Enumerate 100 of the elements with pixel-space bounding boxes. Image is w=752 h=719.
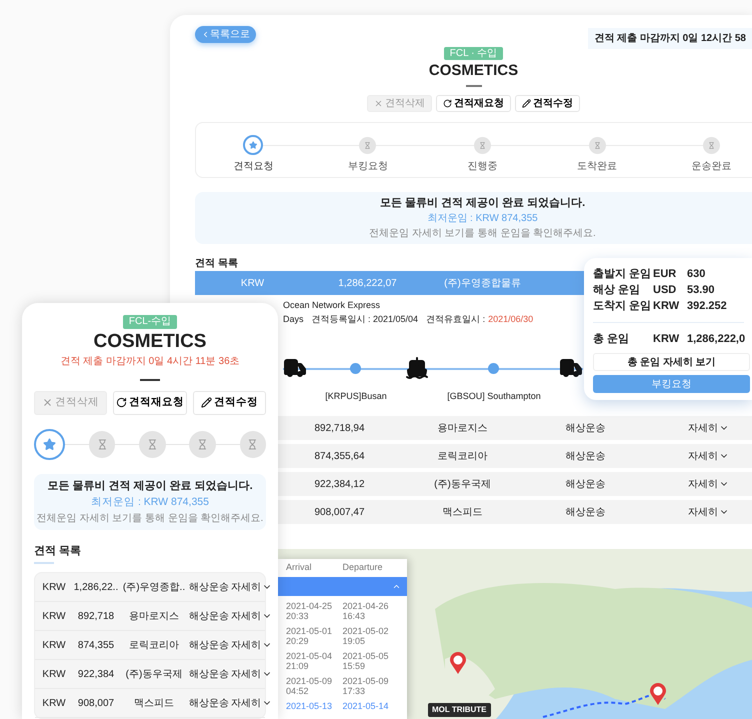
- schedule-row[interactable]: 2021-05-04 21:09 2021-05-05 15:59: [278, 646, 407, 671]
- arrival-date: 2021-04-25: [286, 600, 334, 611]
- action-button[interactable]: 견적재요청: [113, 390, 187, 415]
- refresh-icon: [116, 397, 127, 408]
- action-button[interactable]: 견적수정: [192, 390, 266, 415]
- step-label: 진행중: [467, 160, 498, 174]
- amount-text: 922,384: [76, 668, 116, 682]
- mode-text: 해상운송: [566, 506, 606, 518]
- column-header: Arrival: [286, 561, 313, 574]
- quote-row[interactable]: KRW 908,007 맥스피드 해상운송 자세히: [35, 689, 265, 718]
- pencil-icon: [522, 99, 531, 108]
- mode-text: 해상운송: [188, 668, 230, 682]
- departure-time: 17:33: [342, 686, 366, 696]
- amount-text: 908,007,47: [313, 506, 366, 520]
- notice-hint: 전체운임 자세히 보기를 통해 운임을 확인해주세요.: [36, 512, 264, 526]
- mode-text: 해상운송: [566, 422, 606, 434]
- arrival-date: 2021-05-13: [286, 700, 334, 711]
- truck-icon: [558, 356, 583, 380]
- fare-label: 해상 운임: [593, 283, 642, 298]
- currency-text: KRW: [240, 278, 264, 288]
- cargo-title: COSMETICS: [428, 61, 518, 80]
- mode-text: 해상운송: [566, 450, 606, 462]
- notice-hint: 전체운임 자세히 보기를 통해 운임을 확인해주세요.: [369, 227, 596, 242]
- mode-text: 해상운송: [188, 610, 230, 624]
- total-currency: KRW: [653, 332, 680, 347]
- schedule-row[interactable]: 2021-04-25 20:33 2021-04-26 16:43: [278, 596, 407, 621]
- company-text: 맥스피드: [133, 696, 175, 710]
- fare-detail-button[interactable]: 총 운임 자세히 보기: [593, 353, 750, 371]
- quote-row[interactable]: KRW 922,384 (주)동우국제 해상운송 자세히: [35, 660, 265, 689]
- quote-row[interactable]: KRW 1,286,22.. (주)우영종합.. 해상운송 자세히: [35, 573, 265, 602]
- close-icon: [374, 99, 383, 108]
- company-text: 맥스피드: [442, 506, 484, 520]
- amount-text: 922,384,12: [313, 478, 366, 492]
- hourglass-icon: [594, 142, 601, 148]
- hourglass-icon: [364, 142, 372, 148]
- notice-title: 모든 물류비 견적 제공이 완료 되었습니다.: [47, 479, 253, 494]
- schedule-row[interactable]: 2021-05-09 04:52 2021-05-09 17:33: [278, 670, 407, 696]
- deadline-text: 견적 제출 마감까지 0일 12시간 58: [588, 28, 752, 49]
- quote-row[interactable]: 908,007,47 맥스피드 해상운송 자세히: [278, 500, 752, 524]
- mode-text: 해상운송: [188, 696, 230, 710]
- star-icon: [42, 438, 56, 451]
- registered-date: 견적등록일시 : 2021/05/04: [312, 312, 418, 326]
- departure-date: 2021-05-05: [342, 650, 390, 661]
- company-text: 용마로지스: [128, 610, 180, 624]
- detail-link[interactable]: 자세히: [688, 504, 729, 520]
- amount-text: 892,718: [76, 610, 116, 624]
- valid-label: 견적유효일시 :: [426, 312, 486, 326]
- chevron-left-icon: [201, 30, 210, 39]
- detail-link[interactable]: 자세히: [688, 448, 729, 464]
- currency-text: KRW: [41, 580, 67, 594]
- star-icon: [249, 140, 258, 150]
- total-value: 1,286,222,0: [687, 332, 746, 347]
- fare-currency: KRW: [653, 299, 680, 314]
- amount-text: 1,286,222,07: [337, 276, 398, 290]
- arrival-date: 2021-05-04: [286, 650, 334, 661]
- company-text: (주)우영종합물류: [443, 276, 522, 290]
- departure-date: 2021-05-02: [342, 626, 390, 636]
- pencil-icon: [200, 397, 212, 408]
- company-text: 용마로지스: [436, 422, 488, 436]
- mode-text: 해상운송: [188, 638, 230, 652]
- fare-currency: EUR: [653, 267, 678, 282]
- quote-row[interactable]: KRW 892,718 용마로지스 해상운송 자세히: [35, 602, 265, 631]
- quote-row[interactable]: 874,355,64 로릭코리아 해상운송 자세히: [278, 444, 752, 468]
- currency-text: KRW: [41, 696, 67, 710]
- schedule-row[interactable]: 2021-05-01 20:29 2021-05-02 19:05: [278, 620, 407, 646]
- step-label: 운송완료: [692, 160, 732, 174]
- departure-time: 19:05: [342, 636, 366, 646]
- arrival-time: 20:33: [286, 610, 310, 621]
- amount-text: 874,355: [76, 638, 116, 652]
- action-button[interactable]: 견적수정: [515, 95, 580, 112]
- detail-link[interactable]: 자세히: [688, 420, 729, 436]
- quote-row[interactable]: KRW 874,355 로릭코리아 해상운송 자세히: [35, 631, 265, 660]
- currency-text: KRW: [41, 610, 67, 624]
- hourglass-icon: [96, 439, 108, 450]
- fare-value: 53.90: [687, 283, 716, 298]
- detail-link[interactable]: 자세히: [688, 476, 729, 492]
- action-button[interactable]: 견적재요청: [436, 95, 511, 112]
- step-label: 견적요청: [233, 160, 274, 174]
- total-label: 총 운임: [593, 332, 630, 347]
- departure-date: 2021-05-09: [342, 676, 390, 686]
- hourglass-icon: [146, 439, 158, 450]
- lowest-fare: 최저운임 : KRW 874,355: [427, 212, 538, 226]
- company-text: (주)동우국제: [433, 478, 492, 492]
- fare-value: 630: [687, 267, 706, 282]
- arrival-date: 2021-05-01: [286, 626, 334, 636]
- column-header: Departure: [342, 561, 384, 574]
- transit-text: Days: [283, 312, 304, 326]
- fare-currency: USD: [653, 283, 678, 298]
- departure-time: 16:43: [342, 610, 366, 621]
- map-pin-icon: [650, 683, 666, 705]
- hourglass-icon: [708, 142, 716, 148]
- fare-value: 392.252: [687, 299, 728, 314]
- notice-title: 모든 물류비 견적 제공이 완료 되었습니다.: [380, 196, 586, 211]
- category-badge: FCL-수입: [122, 315, 178, 329]
- port-label: [GBSOU] Southampton: [447, 390, 541, 403]
- quote-row[interactable]: 892,718,94 용마로지스 해상운송 자세히: [278, 416, 752, 440]
- category-badge: FCL · 수입: [444, 47, 504, 60]
- quote-row[interactable]: 922,384,12 (주)동우국제 해상운송 자세히: [278, 472, 752, 496]
- step-label: 도착완료: [577, 160, 618, 174]
- hourglass-icon: [478, 142, 486, 148]
